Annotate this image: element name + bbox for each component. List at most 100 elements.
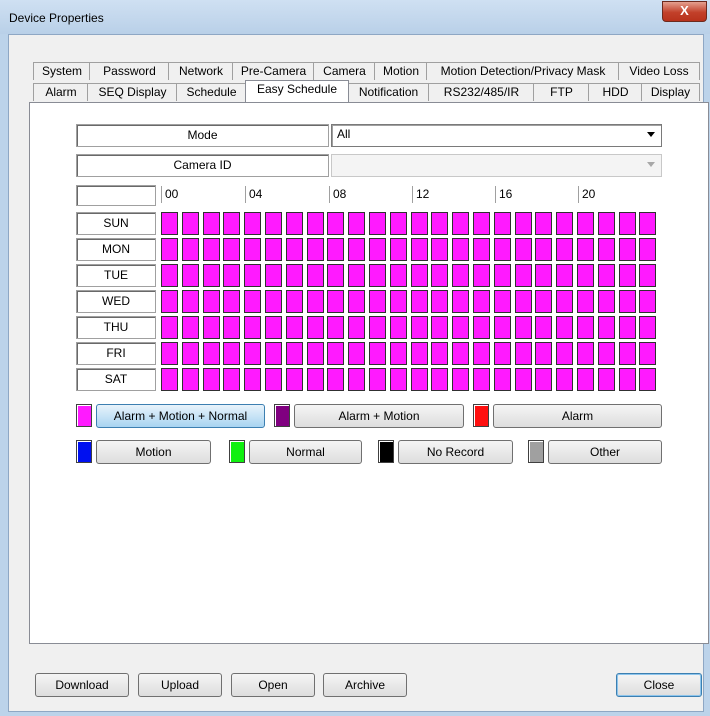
- swatch-normal[interactable]: [229, 440, 245, 463]
- schedule-cell[interactable]: [597, 316, 615, 339]
- close-window-button[interactable]: X: [662, 1, 707, 22]
- schedule-cell[interactable]: [535, 368, 553, 391]
- schedule-cell[interactable]: [431, 342, 449, 365]
- schedule-cell[interactable]: [618, 342, 636, 365]
- schedule-cell[interactable]: [597, 290, 615, 313]
- schedule-cell[interactable]: [327, 212, 345, 235]
- schedule-cell[interactable]: [410, 290, 428, 313]
- schedule-cell[interactable]: [348, 212, 366, 235]
- schedule-cell[interactable]: [473, 316, 490, 339]
- schedule-cell[interactable]: [410, 238, 428, 261]
- tab-ftp[interactable]: FTP: [533, 83, 590, 101]
- schedule-cell[interactable]: [493, 368, 511, 391]
- schedule-cell[interactable]: [369, 368, 386, 391]
- schedule-cell[interactable]: [535, 316, 553, 339]
- tab-schedule[interactable]: Schedule: [176, 83, 247, 101]
- schedule-cell[interactable]: [556, 212, 574, 235]
- schedule-cell[interactable]: [181, 264, 199, 287]
- schedule-cell[interactable]: [369, 290, 386, 313]
- schedule-cell[interactable]: [514, 316, 532, 339]
- schedule-cell[interactable]: [577, 212, 594, 235]
- legend-button-no-record[interactable]: No Record: [398, 440, 513, 464]
- schedule-cell[interactable]: [473, 238, 490, 261]
- schedule-cell[interactable]: [244, 316, 262, 339]
- schedule-cell[interactable]: [161, 238, 178, 261]
- schedule-cell[interactable]: [265, 264, 282, 287]
- schedule-cell[interactable]: [306, 342, 324, 365]
- schedule-cell[interactable]: [348, 368, 366, 391]
- schedule-cell[interactable]: [493, 212, 511, 235]
- schedule-cell[interactable]: [389, 316, 407, 339]
- schedule-cell[interactable]: [493, 342, 511, 365]
- schedule-cell[interactable]: [577, 264, 594, 287]
- tab-camera[interactable]: Camera: [313, 62, 376, 80]
- schedule-cell[interactable]: [285, 316, 303, 339]
- schedule-cell[interactable]: [577, 290, 594, 313]
- schedule-cell[interactable]: [556, 368, 574, 391]
- schedule-cell[interactable]: [327, 238, 345, 261]
- schedule-cell[interactable]: [306, 316, 324, 339]
- schedule-cell[interactable]: [556, 238, 574, 261]
- schedule-cell[interactable]: [306, 368, 324, 391]
- legend-button-motion[interactable]: Motion: [96, 440, 211, 464]
- schedule-cell[interactable]: [493, 316, 511, 339]
- schedule-cell[interactable]: [389, 342, 407, 365]
- schedule-cell[interactable]: [285, 290, 303, 313]
- schedule-cell[interactable]: [431, 264, 449, 287]
- schedule-cell[interactable]: [181, 316, 199, 339]
- schedule-cell[interactable]: [410, 342, 428, 365]
- schedule-cell[interactable]: [452, 290, 470, 313]
- schedule-cell[interactable]: [265, 316, 282, 339]
- schedule-cell[interactable]: [202, 290, 220, 313]
- schedule-cell[interactable]: [493, 264, 511, 287]
- tab-alarm[interactable]: Alarm: [33, 83, 89, 101]
- swatch-alarm-motion[interactable]: [274, 404, 290, 427]
- schedule-cell[interactable]: [223, 212, 241, 235]
- schedule-cell[interactable]: [618, 212, 636, 235]
- schedule-cell[interactable]: [577, 238, 594, 261]
- schedule-cell[interactable]: [202, 342, 220, 365]
- schedule-cell[interactable]: [639, 290, 657, 313]
- schedule-cell[interactable]: [181, 290, 199, 313]
- tab-system[interactable]: System: [33, 62, 91, 80]
- schedule-cell[interactable]: [327, 264, 345, 287]
- schedule-cell[interactable]: [223, 342, 241, 365]
- tab-display[interactable]: Display: [641, 83, 700, 101]
- schedule-cell[interactable]: [618, 290, 636, 313]
- schedule-cell[interactable]: [223, 290, 241, 313]
- download-button[interactable]: Download: [35, 673, 129, 697]
- schedule-cell[interactable]: [223, 316, 241, 339]
- swatch-other[interactable]: [528, 440, 544, 463]
- schedule-cell[interactable]: [369, 212, 386, 235]
- schedule-cell[interactable]: [514, 238, 532, 261]
- schedule-cell[interactable]: [244, 342, 262, 365]
- schedule-cell[interactable]: [244, 264, 262, 287]
- tab-seq-display[interactable]: SEQ Display: [87, 83, 178, 101]
- schedule-cell[interactable]: [431, 238, 449, 261]
- schedule-cell[interactable]: [452, 264, 470, 287]
- schedule-cell[interactable]: [285, 238, 303, 261]
- camera-id-dropdown[interactable]: [331, 154, 662, 177]
- close-button[interactable]: Close: [616, 673, 702, 697]
- legend-button-other[interactable]: Other: [548, 440, 662, 464]
- schedule-cell[interactable]: [389, 368, 407, 391]
- schedule-cell[interactable]: [618, 368, 636, 391]
- schedule-cell[interactable]: [327, 368, 345, 391]
- tab-network[interactable]: Network: [168, 62, 234, 80]
- schedule-cell[interactable]: [493, 290, 511, 313]
- schedule-cell[interactable]: [161, 212, 178, 235]
- schedule-cell[interactable]: [389, 290, 407, 313]
- schedule-cell[interactable]: [514, 290, 532, 313]
- schedule-cell[interactable]: [431, 368, 449, 391]
- schedule-cell[interactable]: [556, 264, 574, 287]
- schedule-cell[interactable]: [389, 212, 407, 235]
- legend-button-normal[interactable]: Normal: [249, 440, 362, 464]
- schedule-cell[interactable]: [223, 368, 241, 391]
- upload-button[interactable]: Upload: [138, 673, 222, 697]
- swatch-alarm-motion-normal[interactable]: [76, 404, 92, 427]
- schedule-cell[interactable]: [618, 264, 636, 287]
- schedule-cell[interactable]: [285, 342, 303, 365]
- mode-dropdown[interactable]: All: [331, 124, 662, 147]
- schedule-cell[interactable]: [618, 316, 636, 339]
- schedule-cell[interactable]: [431, 316, 449, 339]
